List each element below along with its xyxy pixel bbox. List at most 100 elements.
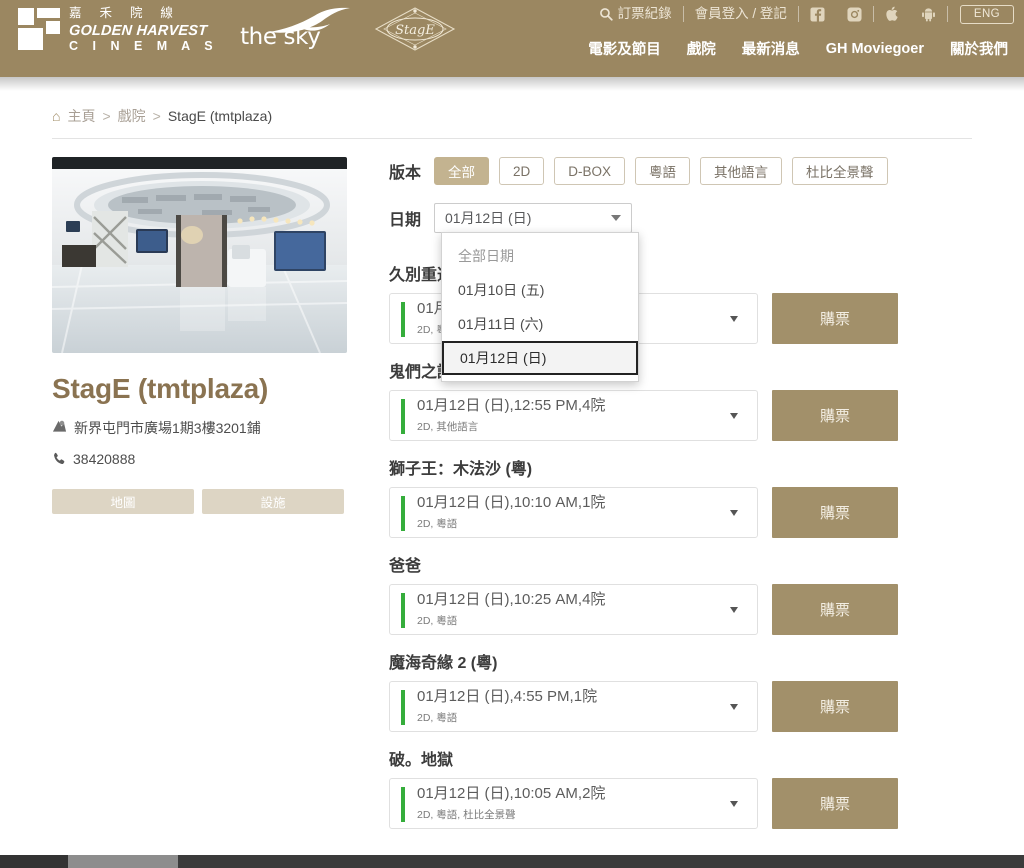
chevron-down-icon — [730, 509, 738, 516]
movie-row: 01月12日 (日),10:25 AM,4院 2D, 粵語 購票 — [389, 584, 1024, 635]
date-filter-row: 日期 01月12日 (日) 全部日期 01月10日 (五) 01月11日 (六)… — [389, 203, 1024, 382]
version-chip-other-language[interactable]: 其他語言 — [700, 157, 783, 185]
nav-item-news[interactable]: 最新消息 — [742, 38, 800, 59]
showtime-select[interactable]: 01月12日 (日),10:10 AM,1院 2D, 粵語 — [389, 487, 758, 538]
member-login-link[interactable]: 會員登入 / 登記 — [684, 3, 798, 25]
showtime-select[interactable]: 01月12日 (日),10:25 AM,4院 2D, 粵語 — [389, 584, 758, 635]
buy-ticket-button[interactable]: 購票 — [772, 293, 898, 344]
movie-block: 魔海奇緣 2 (粵) 01月12日 (日),4:55 PM,1院 2D, 粵語 … — [389, 649, 1024, 732]
movie-block: 爸爸 01月12日 (日),10:25 AM,4院 2D, 粵語 購票 — [389, 552, 1024, 635]
showtime-accent-bar — [401, 593, 405, 628]
date-option-0111[interactable]: 01月11日 (六) — [442, 307, 638, 341]
nav-item-moviegoer[interactable]: GH Moviegoer — [826, 41, 924, 57]
home-icon[interactable]: ⌂ — [52, 108, 60, 124]
breadcrumb-separator: > — [102, 108, 111, 124]
buy-ticket-button[interactable]: 購票 — [772, 584, 898, 635]
showtime-accent-bar — [401, 690, 405, 725]
showtime-main: 01月12日 (日),10:25 AM,4院 — [417, 591, 606, 609]
nav-item-movies[interactable]: 電影及節目 — [588, 38, 661, 59]
language-toggle-button[interactable]: ENG — [959, 4, 1014, 24]
logo-zone: 嘉 禾 院 線 GOLDEN HARVEST C I N E M A S the… — [18, 5, 458, 53]
apple-app-link[interactable] — [874, 3, 910, 25]
movie-row: 01月12日 (日),10:10 AM,1院 2D, 粵語 購票 — [389, 487, 1024, 538]
version-chip-dbox[interactable]: D-BOX — [554, 157, 626, 185]
movie-block: 破。地獄 01月12日 (日),10:05 AM,2院 2D, 粵語, 杜比全景… — [389, 746, 1024, 829]
showtime-sub: 2D, 粵語 — [417, 614, 458, 627]
date-filter-label: 日期 — [389, 212, 422, 229]
scrollbar-track-left[interactable] — [0, 855, 68, 868]
map-button[interactable]: 地圖 — [52, 489, 194, 514]
instagram-link[interactable] — [836, 3, 873, 25]
cinema-info-column: StagE (tmtplaza) 新界屯門市廣場1期3樓3201鋪 384208… — [52, 157, 352, 843]
android-icon — [921, 8, 935, 22]
version-filter-label: 版本 — [389, 165, 422, 182]
version-filter-row: 版本 全部 2D D-BOX 粵語 其他語言 杜比全景聲 — [389, 157, 1024, 185]
showtime-sub: 2D, 粵語 — [417, 711, 458, 724]
nav-item-cinemas[interactable]: 戲院 — [687, 38, 716, 59]
showtime-accent-bar — [401, 399, 405, 434]
booking-history-link[interactable]: 訂票紀錄 — [588, 3, 683, 25]
movie-title: 獅子王：木法沙 (粵) — [389, 461, 533, 478]
cinema-photo — [52, 157, 347, 353]
gh-english-name-line1: GOLDEN HARVEST — [68, 22, 208, 39]
showtime-main: 01月12日 (日),4:55 PM,1院 — [417, 688, 598, 706]
showtime-main: 01月12日 (日),10:05 AM,2院 — [417, 785, 606, 803]
facebook-link[interactable] — [799, 3, 836, 25]
header-shadow — [0, 77, 1024, 91]
showtime-select[interactable]: 01月12日 (日),4:55 PM,1院 2D, 粵語 — [389, 681, 758, 732]
main-navigation: 電影及節目 戲院 最新消息 GH Moviegoer 關於我們 — [588, 38, 1008, 59]
showtime-select[interactable]: 01月12日 (日),12:55 PM,4院 2D, 其他語言 — [389, 390, 758, 441]
date-option-all[interactable]: 全部日期 — [442, 239, 638, 273]
golden-harvest-logo[interactable]: 嘉 禾 院 線 GOLDEN HARVEST C I N E M A S — [18, 5, 218, 53]
showtimes-column: 版本 全部 2D D-BOX 粵語 其他語言 杜比全景聲 日期 01月12日 (… — [352, 157, 1024, 843]
version-chip-all[interactable]: 全部 — [434, 157, 490, 185]
gh-chinese-name: 嘉 禾 院 線 — [69, 5, 180, 21]
chevron-down-icon — [730, 800, 738, 807]
scrollbar-thumb[interactable] — [68, 855, 178, 868]
apple-icon — [886, 6, 898, 21]
chevron-down-icon — [730, 606, 738, 613]
the-sky-logo[interactable]: the sky — [240, 6, 351, 52]
breadcrumb-home[interactable]: 主頁 — [67, 106, 95, 126]
date-select[interactable]: 01月12日 (日) — [434, 203, 633, 233]
buy-ticket-button[interactable]: 購票 — [772, 487, 898, 538]
showtime-sub: 2D, 粵語 — [417, 517, 458, 530]
phone-icon — [52, 452, 66, 469]
movie-row: 01月12日 (日),12:55 PM,4院 2D, 其他語言 購票 — [389, 390, 1024, 441]
date-option-0110[interactable]: 01月10日 (五) — [442, 273, 638, 307]
showtime-accent-bar — [401, 302, 405, 337]
movie-row: 01月12日 (日),4:55 PM,1院 2D, 粵語 購票 — [389, 681, 1024, 732]
android-app-link[interactable] — [910, 3, 947, 25]
cinema-action-buttons: 地圖 設施 — [52, 489, 352, 514]
stage-logo[interactable]: StagE — [372, 5, 458, 53]
horizontal-scrollbar[interactable] — [0, 855, 1024, 868]
cinema-phone-row: 38420888 — [52, 451, 352, 469]
showtime-sub: 2D, 粵語, 杜比全景聲 — [417, 808, 516, 821]
version-chip-cantonese[interactable]: 粵語 — [635, 157, 691, 185]
buy-ticket-button[interactable]: 購票 — [772, 681, 898, 732]
showtime-select[interactable]: 01月12日 (日),10:05 AM,2院 2D, 粵語, 杜比全景聲 — [389, 778, 758, 829]
booking-history-label: 訂票紀錄 — [617, 6, 672, 21]
facility-button[interactable]: 設施 — [202, 489, 344, 514]
version-chip-2d[interactable]: 2D — [499, 157, 545, 185]
cinema-name: StagE (tmtplaza) — [52, 373, 269, 404]
search-icon — [599, 8, 613, 21]
breadcrumb-cinemas[interactable]: 戲院 — [118, 106, 146, 126]
instagram-icon — [847, 6, 862, 22]
buy-ticket-button[interactable]: 購票 — [772, 390, 898, 441]
showtime-accent-bar — [401, 787, 405, 822]
breadcrumb-separator: > — [152, 108, 161, 124]
date-dropdown-menu[interactable]: 全部日期 01月10日 (五) 01月11日 (六) 01月12日 (日) — [441, 232, 639, 382]
buy-ticket-button[interactable]: 購票 — [772, 778, 898, 829]
page-body: StagE (tmtplaza) 新界屯門市廣場1期3樓3201鋪 384208… — [0, 139, 1024, 843]
breadcrumb-current: StagE (tmtplaza) — [167, 108, 273, 124]
the-sky-label: the sky — [240, 24, 321, 50]
movie-title: 破。地獄 — [389, 752, 454, 769]
version-chip-dolby-atmos[interactable]: 杜比全景聲 — [792, 157, 888, 185]
cinema-address-row: 新界屯門市廣場1期3樓3201鋪 — [52, 418, 352, 438]
chevron-down-icon — [611, 215, 622, 221]
nav-item-about[interactable]: 關於我們 — [950, 38, 1008, 59]
golden-harvest-mark-icon — [18, 8, 60, 50]
date-option-0112[interactable]: 01月12日 (日) — [442, 341, 638, 375]
movie-block: 獅子王：木法沙 (粵) 01月12日 (日),10:10 AM,1院 2D, 粵… — [389, 455, 1024, 538]
